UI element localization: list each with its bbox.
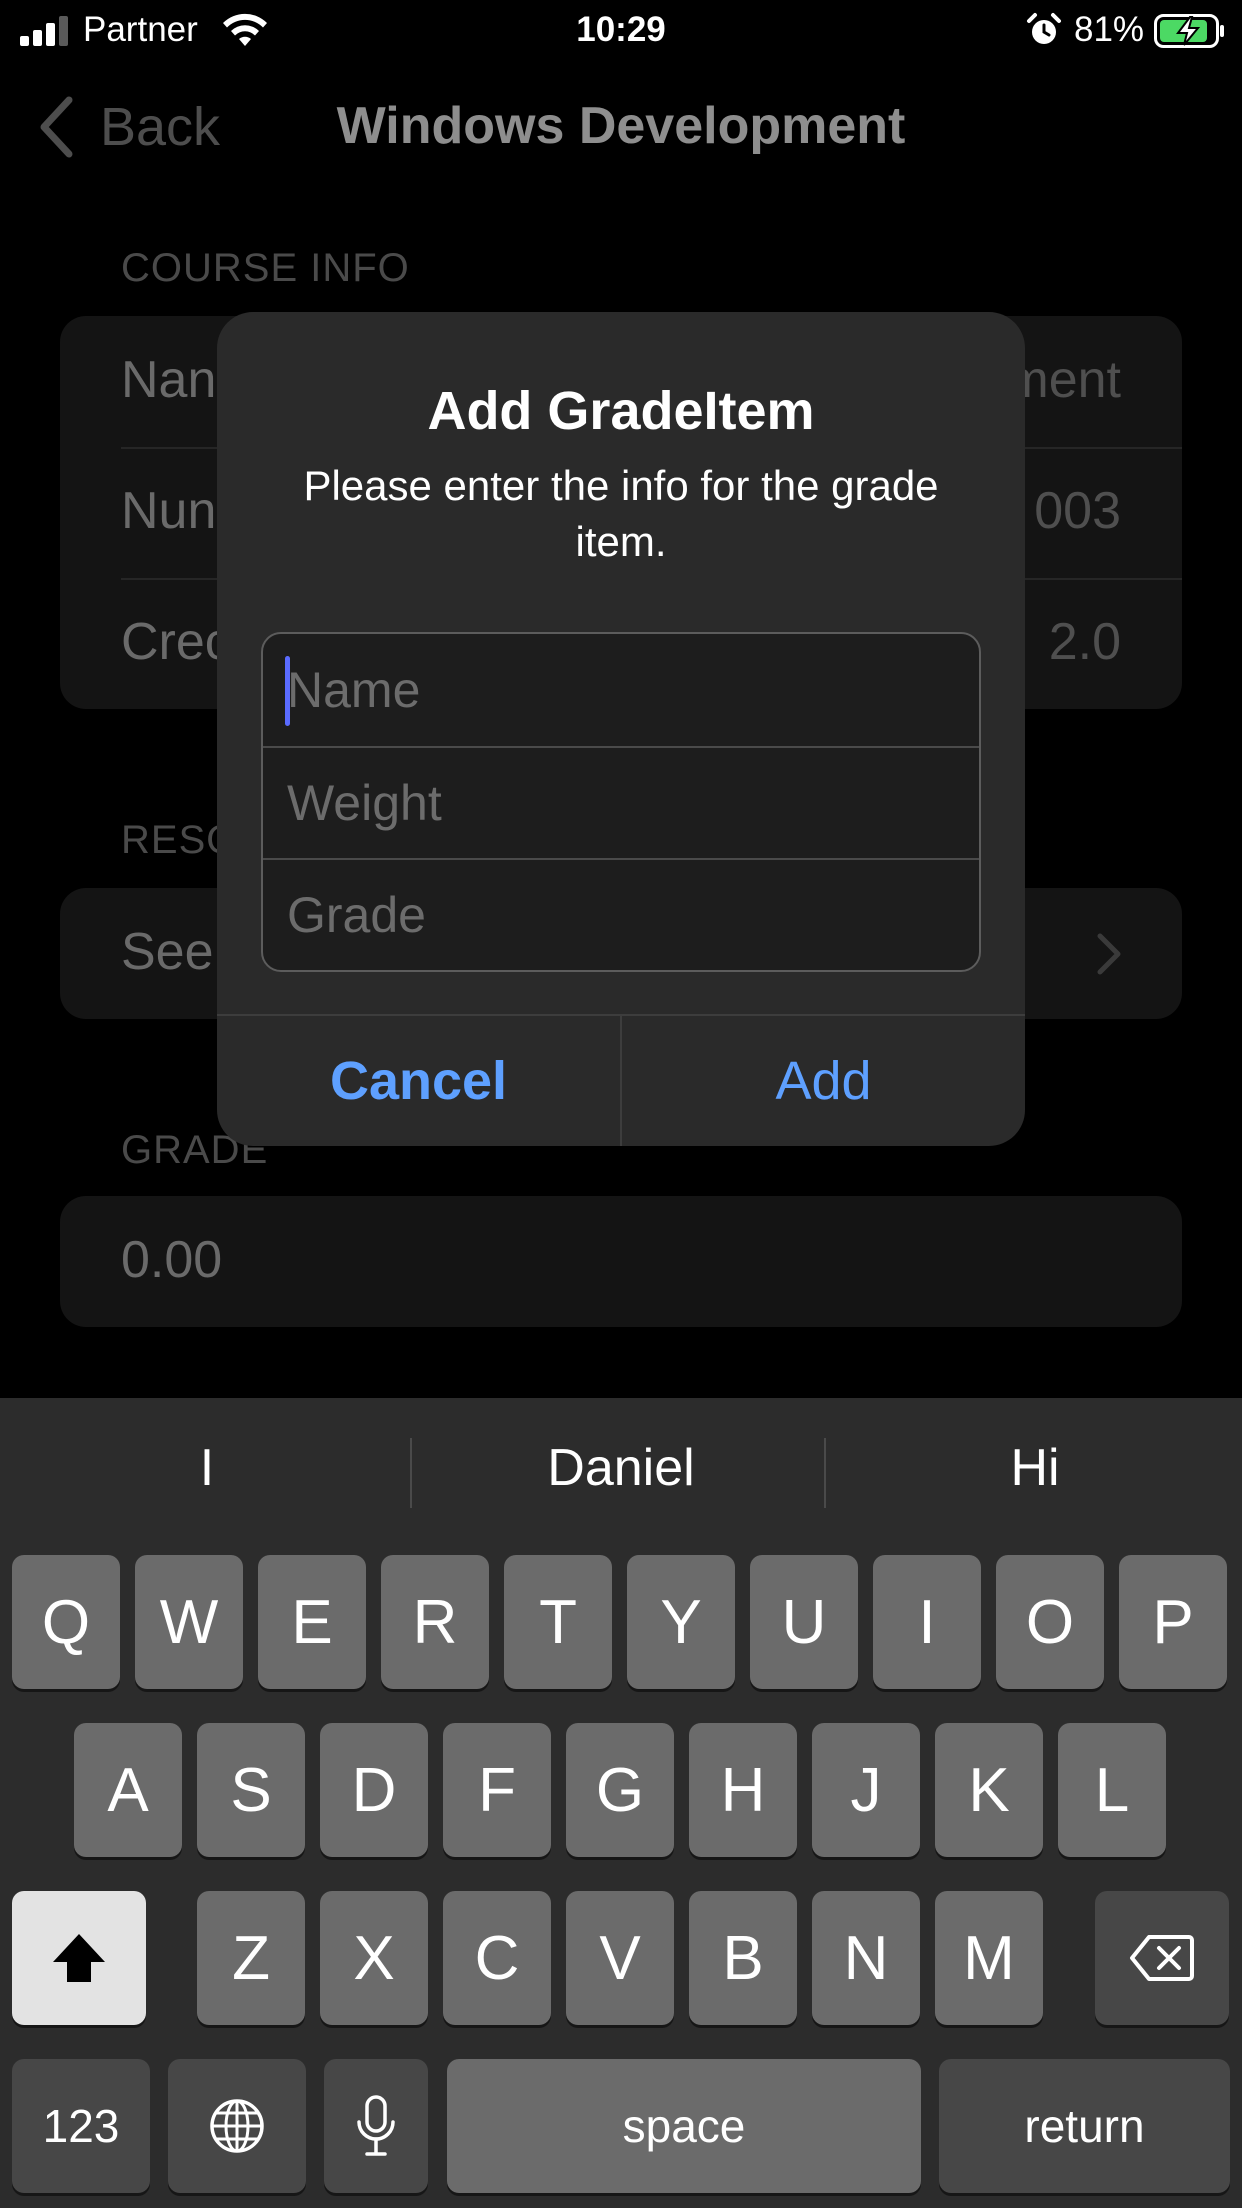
shift-key[interactable] <box>12 1891 146 2025</box>
predictive-bar: I Daniel Hi <box>0 1398 1242 1548</box>
key-t[interactable]: T <box>504 1555 612 1689</box>
row-label: Nun <box>121 482 217 540</box>
alert-message: Please enter the info for the grade item… <box>303 462 939 565</box>
key-p[interactable]: P <box>1119 1555 1227 1689</box>
microphone-icon <box>357 2095 395 2156</box>
alert-buttons: Cancel Add <box>217 1014 1025 1146</box>
key-r[interactable]: R <box>381 1555 489 1689</box>
navigation-bar: Back Windows Development <box>0 80 1242 170</box>
key-o[interactable]: O <box>996 1555 1104 1689</box>
globe-icon <box>210 2099 264 2153</box>
weight-field[interactable] <box>263 748 979 858</box>
key-e[interactable]: E <box>258 1555 366 1689</box>
name-field-container <box>263 634 979 746</box>
row-label: See <box>121 923 214 981</box>
key-f[interactable]: F <box>443 1723 551 1857</box>
add-grade-item-alert: Add GradeItem Please enter the info for … <box>217 312 1025 1146</box>
text-cursor <box>285 656 290 726</box>
keyboard: I Daniel Hi Q W E R T Y U I O P A S D F … <box>0 1398 1242 2208</box>
dictation-key[interactable] <box>324 2059 428 2193</box>
numbers-key-label: 123 <box>42 2100 120 2152</box>
alarm-icon <box>1027 13 1061 44</box>
alert-title: Add GradeItem <box>427 381 815 441</box>
weight-field-container <box>263 746 979 858</box>
key-s[interactable]: S <box>197 1723 305 1857</box>
row-label: Crec <box>121 613 231 671</box>
battery-charging-icon <box>1154 14 1224 48</box>
grade-value: 0.00 <box>121 1231 223 1289</box>
return-key[interactable]: return <box>939 2059 1230 2193</box>
key-q[interactable]: Q <box>12 1555 120 1689</box>
key-g[interactable]: G <box>566 1723 674 1857</box>
key-h[interactable]: H <box>689 1723 797 1857</box>
shift-icon <box>53 1934 105 1982</box>
suggestion-divider <box>824 1438 826 1508</box>
cancel-button[interactable]: Cancel <box>217 1016 622 1146</box>
return-key-label: return <box>1024 2100 1145 2152</box>
key-z[interactable]: Z <box>197 1891 305 2025</box>
add-button[interactable]: Add <box>622 1016 1025 1146</box>
row-label: Nan <box>121 351 217 409</box>
key-w[interactable]: W <box>135 1555 243 1689</box>
key-i[interactable]: I <box>873 1555 981 1689</box>
key-y[interactable]: Y <box>627 1555 735 1689</box>
row-value: 003 <box>1034 482 1121 540</box>
key-n[interactable]: N <box>812 1891 920 2025</box>
key-x[interactable]: X <box>320 1891 428 2025</box>
key-m[interactable]: M <box>935 1891 1043 2025</box>
key-j[interactable]: J <box>812 1723 920 1857</box>
section-header-course-info: COURSE INFO <box>121 246 410 290</box>
suggestion-1[interactable]: I <box>57 1438 357 1498</box>
key-b[interactable]: B <box>689 1891 797 2025</box>
backspace-icon <box>1130 1935 1194 1981</box>
suggestion-3[interactable]: Hi <box>885 1438 1185 1498</box>
name-field[interactable] <box>263 634 979 746</box>
space-key-label: space <box>622 2100 746 2152</box>
grade-row: 0.00 <box>60 1196 1182 1327</box>
key-a[interactable]: A <box>74 1723 182 1857</box>
grade-group: 0.00 <box>60 1196 1182 1327</box>
grade-field[interactable] <box>263 860 979 970</box>
chevron-right-icon <box>1097 933 1121 975</box>
alert-fields <box>261 632 981 972</box>
status-bar: Partner 10:29 81% <box>0 0 1242 62</box>
battery-percent: 81% <box>1074 10 1145 49</box>
key-c[interactable]: C <box>443 1891 551 2025</box>
key-u[interactable]: U <box>750 1555 858 1689</box>
numbers-key[interactable]: 123 <box>12 2059 150 2193</box>
key-k[interactable]: K <box>935 1723 1043 1857</box>
grade-field-container <box>263 858 979 970</box>
globe-key[interactable] <box>168 2059 306 2193</box>
suggestion-2[interactable]: Daniel <box>471 1438 771 1498</box>
space-key[interactable]: space <box>447 2059 921 2193</box>
key-d[interactable]: D <box>320 1723 428 1857</box>
suggestion-divider <box>410 1438 412 1508</box>
page-title: Windows Development <box>336 97 906 155</box>
backspace-key[interactable] <box>1095 1891 1229 2025</box>
row-value: 2.0 <box>1048 613 1121 671</box>
key-l[interactable]: L <box>1058 1723 1166 1857</box>
key-v[interactable]: V <box>566 1891 674 2025</box>
